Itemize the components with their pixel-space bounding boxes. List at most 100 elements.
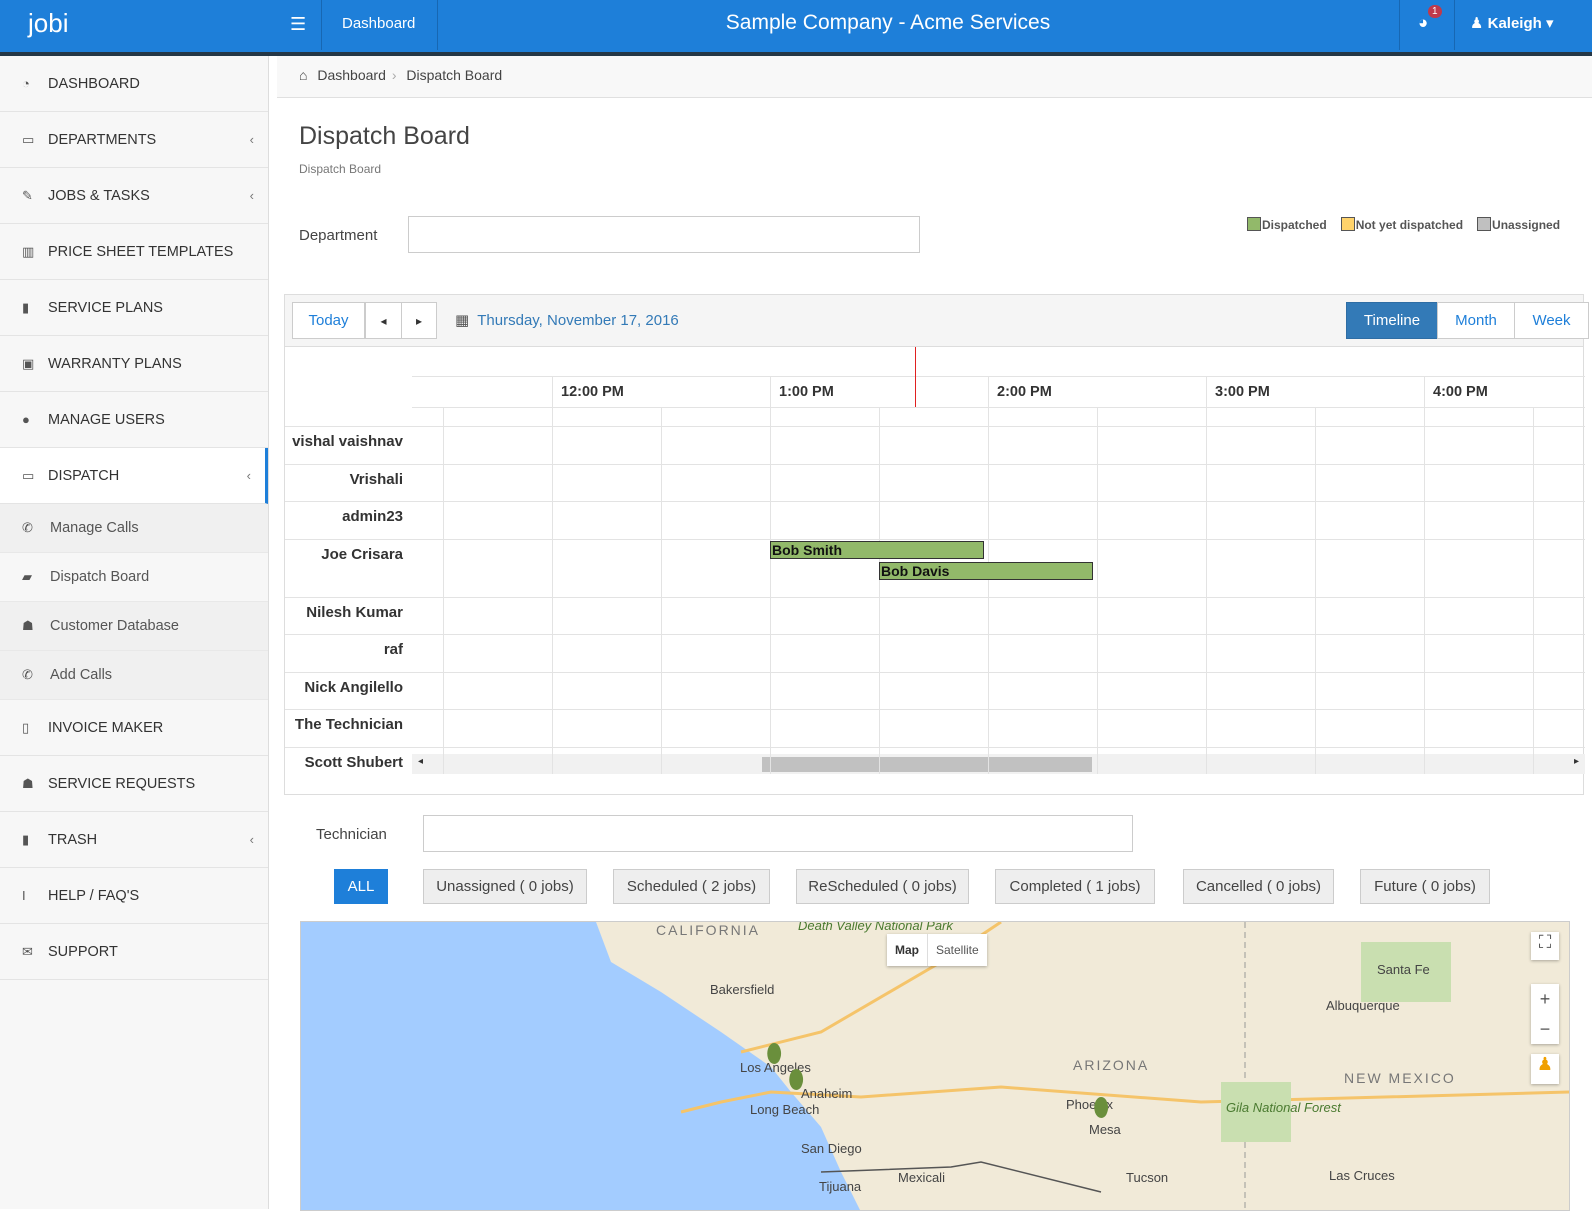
map-label: Albuquerque [1326, 998, 1400, 1013]
sidebar-item-support[interactable]: ✉ Support [0, 924, 268, 980]
legend-swatch [1247, 217, 1261, 231]
map-label: Death Valley National Park [798, 921, 953, 933]
department-select[interactable] [408, 216, 920, 253]
company-title: Sample Company - Acme Services [725, 11, 1051, 34]
timeline-grid: 12:00 PM 1:00 PM 2:00 PM 3:00 PM 4:00 PM ◂ ▸ … [285, 347, 1585, 774]
legend-item: Not yet dispatched [1340, 217, 1463, 232]
submenu-manage-calls[interactable]: ✆ Manage Calls [0, 504, 268, 553]
breadcrumb: ⌂ Dashboard › Dispatch Board [277, 56, 1592, 98]
dispatch-calendar: Today ◂ ▸ ▦ Thursday, November 17, 2016 … [284, 294, 1589, 795]
sidebar-item-label: Price Sheet Templates [48, 243, 234, 260]
submenu-dispatch-board[interactable]: ▰ Dispatch Board [0, 553, 268, 602]
globe-notification-icon[interactable]: ◕ [1418, 13, 1428, 33]
technician-name: Joe Crisara [321, 545, 403, 563]
technician-name: Nilesh Kumar [306, 603, 403, 621]
sidebar-item-invoice-maker[interactable]: ▯ Invoice Maker [0, 700, 268, 756]
filter-button[interactable]: Cancelled ( 0 jobs) [1183, 869, 1334, 904]
sidebar-item-service-requests[interactable]: ☗ Service Requests [0, 756, 268, 812]
submenu-add-calls[interactable]: ✆ Add Calls [0, 651, 268, 700]
sidebar-item-label: Service Requests [48, 775, 196, 792]
sidebar-item-warranty-plans[interactable]: ▣ Warranty Plans [0, 336, 268, 392]
submenu-label: Add Calls [50, 667, 113, 683]
filter-button[interactable]: Completed ( 1 jobs) [995, 869, 1155, 904]
user-menu[interactable]: ♟ Kaleigh ▾ [1470, 14, 1554, 32]
map-label: Mesa [1089, 1122, 1121, 1137]
sidebar-item-label: Trash [48, 831, 98, 848]
filter-button[interactable]: ReScheduled ( 0 jobs) [796, 869, 969, 904]
map-type-control: Map Satellite [887, 934, 987, 966]
map-label: Las Cruces [1329, 1168, 1395, 1183]
sidebar-item-label: Departments [48, 131, 157, 148]
street-view-pegman-icon[interactable]: ♟ [1531, 1054, 1559, 1084]
technician-name: admin23 [342, 508, 403, 525]
legend-swatch [1477, 217, 1492, 231]
filter-button[interactable]: Future ( 0 jobs) [1360, 869, 1490, 904]
legend-label: Unassigned [1492, 218, 1561, 232]
sidebar-item-dashboard[interactable]: ◔ Dashboard [0, 56, 268, 112]
technician-row: Scott Shubert [285, 748, 1585, 775]
next-button[interactable]: ▸ [401, 302, 437, 339]
job-event[interactable]: Bob Davis [879, 561, 1093, 580]
notification-badge: 1 [1428, 5, 1442, 18]
map[interactable]: CALIFORNIA Death Valley National Park Bake… [300, 921, 1570, 1211]
technician-select[interactable] [423, 815, 1133, 852]
sidebar-item-service-plans[interactable]: ▮ Service Plans [0, 280, 268, 336]
date-picker[interactable]: ▦ Thursday, November 17, 2016 [455, 311, 679, 329]
sidebar-item-trash[interactable]: ▮ Trash ‹ [0, 812, 268, 868]
map-type-satellite[interactable]: Satellite [927, 934, 987, 966]
map-marker[interactable]: ⬮ [766, 1038, 782, 1070]
map-marker[interactable]: ⬮ [1093, 1092, 1109, 1124]
map-marker[interactable]: ⬮ [788, 1064, 804, 1096]
department-label: Department [299, 227, 378, 244]
view-timeline[interactable]: Timeline [1346, 302, 1438, 339]
zoom-in-button[interactable]: + [1531, 984, 1559, 1014]
legend-item: Unassigned [1477, 217, 1561, 232]
sidebar-item-jobs-tasks[interactable]: ✎ Jobs & Tasks ‹ [0, 168, 268, 224]
breadcrumb-dashboard[interactable]: Dashboard [317, 67, 386, 83]
job-event[interactable]: Bob Smith [770, 540, 984, 559]
calendar-icon: ▦ [455, 312, 470, 329]
row-partial [285, 408, 1585, 427]
sidebar: ◔ Dashboard ▭ Departments ‹ ✎ Jobs & Tasks ‹ ▥ Pr… [0, 56, 269, 1209]
legend-label: Dispatched [1262, 218, 1327, 232]
fullscreen-icon[interactable]: ⛶ [1531, 932, 1559, 960]
info-icon: i [22, 888, 26, 903]
sidebar-item-price-sheet-templates[interactable]: ▥ Price Sheet Templates [0, 224, 268, 280]
submenu-icon: ✆ [22, 667, 33, 682]
technician-row: Vrishali [285, 465, 1585, 502]
hour-label: 2:00 PM [988, 377, 1052, 408]
submenu-label: Manage Calls [50, 520, 139, 536]
envelope-icon: ✉ [22, 943, 33, 959]
view-week[interactable]: Week [1514, 302, 1589, 339]
zoom-out-button[interactable]: − [1531, 1014, 1559, 1044]
technician-name: Scott Shubert [304, 753, 403, 771]
sidebar-item-label: Service Plans [48, 299, 163, 316]
submenu-label: Dispatch Board [50, 569, 150, 585]
legend-swatch [1340, 217, 1355, 231]
sidebar-item-manage-users[interactable]: ● Manage Users [0, 392, 268, 448]
technician-name: vishal vaishnav [292, 433, 403, 450]
filter-button[interactable]: Unassigned ( 0 jobs) [423, 869, 587, 904]
current-date: Thursday, November 17, 2016 [477, 312, 679, 329]
calendar-icon: ▣ [22, 355, 35, 371]
submenu-customer-database[interactable]: ☗ Customer Database [0, 602, 268, 651]
sidebar-item-dispatch[interactable]: ▭ Dispatch ‹ [0, 448, 268, 504]
sidebar-item-help-faq-s[interactable]: i Help / FAQ's [0, 868, 268, 924]
technician-row: Nick Angilello [285, 673, 1585, 710]
map-type-map[interactable]: Map [887, 934, 927, 966]
file-icon: ▯ [22, 719, 30, 735]
technician-label: Technician [316, 826, 387, 843]
filter-button[interactable]: Scheduled ( 2 jobs) [613, 869, 770, 904]
chevron-left-icon: ‹ [249, 132, 254, 147]
map-label: ARIZONA [1073, 1057, 1150, 1073]
sidebar-item-departments[interactable]: ▭ Departments ‹ [0, 112, 268, 168]
view-month[interactable]: Month [1437, 302, 1515, 339]
prev-button[interactable]: ◂ [365, 302, 402, 339]
map-label: Bakersfield [710, 982, 775, 997]
today-button[interactable]: Today [292, 302, 365, 339]
top-navbar: jobi ☰ Dashboard Sample Company - Acme S… [0, 0, 1592, 56]
status-legend: Dispatched Not yet dispatched Unassigned [1247, 217, 1574, 232]
hour-label: 1:00 PM [770, 377, 834, 408]
timeline-header: 12:00 PM 1:00 PM 2:00 PM 3:00 PM 4:00 PM [412, 376, 1585, 408]
filter-button[interactable]: ALL [334, 869, 388, 904]
